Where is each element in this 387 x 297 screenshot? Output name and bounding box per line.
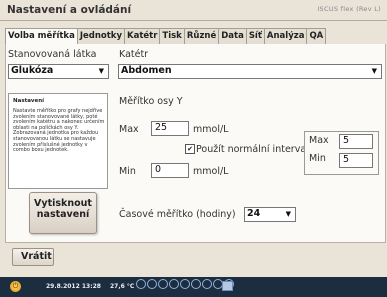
status-temperature: 27,6 °C <box>110 283 135 290</box>
window-title: Nastavení a ovládání <box>7 4 132 16</box>
power-icon[interactable]: ⏻ <box>10 281 21 292</box>
y-max-input[interactable]: 25 <box>151 121 189 136</box>
tab-bar: Volba měřítka Jednotky Katétr Tisk Různé… <box>5 28 327 47</box>
substance-select[interactable]: Glukóza ▼ <box>8 64 109 79</box>
tab-sit[interactable]: Síť <box>245 28 265 45</box>
bottom-bar <box>0 243 387 267</box>
catheter-value: Abdomen <box>121 65 172 76</box>
catheter-select[interactable]: Abdomen ▼ <box>118 64 382 79</box>
info-text: Nastavte měřítko pro grafy nejdříve zvol… <box>13 108 105 154</box>
print-button-line1: Vytisknout <box>34 198 92 209</box>
slot-circle-icon <box>147 279 157 289</box>
sample-slots-indicator <box>136 279 234 289</box>
normal-max-value: 5 <box>343 135 350 146</box>
slot-circle-icon <box>136 279 146 289</box>
normal-min-input[interactable]: 5 <box>339 153 373 168</box>
min-unit: mmol/L <box>193 166 229 177</box>
max-unit: mmol/L <box>193 124 229 135</box>
print-button-line2: nastavení <box>36 209 90 220</box>
slot-circle-icon <box>169 279 179 289</box>
back-button-label: Vrátit <box>21 251 52 262</box>
tab-qa[interactable]: QA <box>306 28 327 45</box>
status-datetime: 29.8.2012 13:28 <box>46 283 101 290</box>
substance-label: Stanovovaná látka <box>8 49 97 60</box>
title-bar: Nastavení a ovládání ISCUS flex (Rev L) <box>0 0 387 21</box>
time-scale-value: 24 <box>247 208 261 219</box>
normal-interval-label: Použít normální interval <box>196 144 309 155</box>
tab-tisk[interactable]: Tisk <box>159 28 185 45</box>
time-scale-select[interactable]: 24 ▼ <box>244 207 296 222</box>
normal-min-label: Min <box>309 153 326 164</box>
print-settings-button[interactable]: Vytisknout nastavení <box>29 192 97 234</box>
tab-katetr[interactable]: Katétr <box>124 28 161 45</box>
max-label: Max <box>119 124 139 135</box>
slot-circle-icon <box>202 279 212 289</box>
tab-data[interactable]: Data <box>218 28 247 45</box>
slot-circle-icon <box>180 279 190 289</box>
y-axis-heading: Měřítko osy Y <box>119 96 183 107</box>
back-button[interactable]: Vrátit <box>12 248 54 266</box>
chevron-down-icon: ▼ <box>98 67 104 75</box>
slot-circle-icon <box>191 279 201 289</box>
normal-min-value: 5 <box>343 154 350 165</box>
tab-analyza[interactable]: Analýza <box>263 28 308 45</box>
substance-value: Glukóza <box>11 65 54 76</box>
y-max-value: 25 <box>155 122 168 133</box>
normal-max-input[interactable]: 5 <box>339 134 373 149</box>
device-icon <box>222 281 233 291</box>
brand-logo: ISCUS flex (Rev L) <box>317 5 381 13</box>
info-title: Nastavení <box>13 98 45 104</box>
slot-circle-icon <box>158 279 168 289</box>
catheter-label: Katétr <box>119 49 149 60</box>
chevron-down-icon: ▼ <box>371 67 377 75</box>
chevron-down-icon: ▼ <box>285 210 291 218</box>
min-label: Min <box>119 166 136 177</box>
normal-max-label: Max <box>309 135 329 146</box>
y-min-input[interactable]: 0 <box>151 163 189 178</box>
tab-jednotky[interactable]: Jednotky <box>76 28 125 45</box>
y-min-value: 0 <box>155 164 162 175</box>
info-box: Nastavení Nastavte měřítko pro grafy nej… <box>8 93 108 189</box>
time-scale-label: Časové měřítko (hodiny) <box>119 209 236 220</box>
tab-ruzne[interactable]: Různé <box>183 28 220 45</box>
normal-interval-checkbox[interactable]: ✔ <box>185 144 195 154</box>
